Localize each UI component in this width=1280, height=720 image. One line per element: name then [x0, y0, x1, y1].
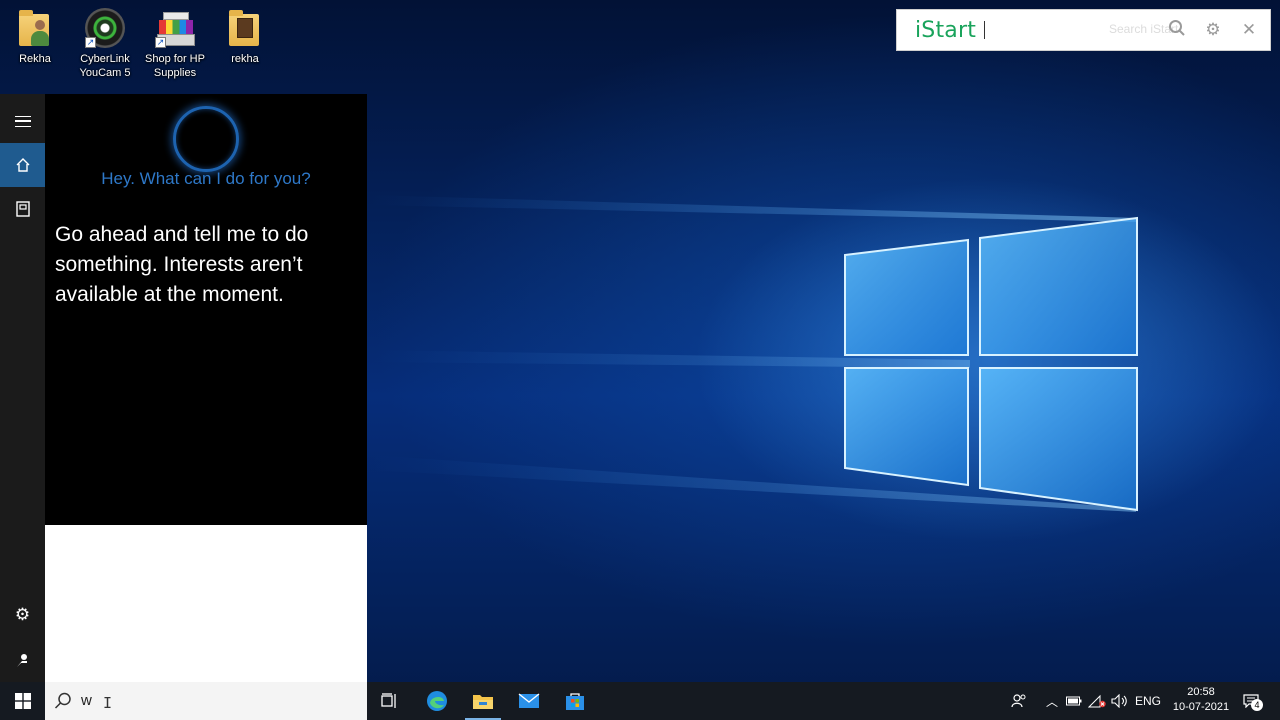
- shortcut-arrow-icon: ↗: [85, 37, 96, 48]
- feedback-button[interactable]: [0, 638, 45, 682]
- cortana-greeting: Hey. What can I do for you?: [101, 169, 311, 188]
- desktop-icon-label: Rekha: [19, 53, 51, 65]
- store-button[interactable]: [553, 682, 597, 720]
- people-button[interactable]: [1006, 682, 1032, 720]
- desktop-icon-label: Shop for HP Supplies: [145, 53, 205, 79]
- desktop-icon-label: CyberLink YouCam 5: [79, 53, 131, 79]
- search-icon: [53, 691, 73, 711]
- start-button[interactable]: [0, 682, 45, 720]
- shortcut-arrow-icon: ↗: [155, 37, 166, 48]
- gear-icon[interactable]: ⚙: [1202, 19, 1224, 41]
- file-explorer-icon: [473, 695, 493, 709]
- webcam-icon: ↗: [85, 8, 125, 48]
- task-view-button[interactable]: [368, 682, 412, 720]
- settings-button[interactable]: ⚙: [0, 593, 45, 637]
- search-query: w: [81, 692, 92, 709]
- language-indicator[interactable]: ENG: [1132, 682, 1164, 720]
- text-cursor-icon: I: [103, 694, 113, 712]
- chevron-up-icon: ︿: [1045, 694, 1058, 709]
- people-icon: [1011, 694, 1026, 708]
- network-button[interactable]: [1086, 682, 1108, 720]
- istart-logo: iStart: [915, 17, 977, 43]
- store-icon: [566, 693, 584, 710]
- edge-icon: [427, 691, 447, 711]
- notebook-button[interactable]: [0, 187, 45, 231]
- notification-icon: 4: [1243, 694, 1263, 711]
- notebook-icon: [15, 201, 30, 217]
- text-cursor: [984, 21, 986, 39]
- desktop-icon-youcam[interactable]: ↗ CyberLink YouCam 5: [73, 8, 137, 80]
- search-icon[interactable]: [1166, 19, 1188, 41]
- mail-icon: [518, 693, 540, 708]
- close-icon[interactable]: ✕: [1238, 19, 1260, 41]
- user-folder-icon: [15, 8, 55, 48]
- feedback-icon: [16, 654, 27, 667]
- volume-button[interactable]: [1110, 682, 1130, 720]
- speaker-icon: [1111, 694, 1127, 708]
- battery-icon: [1066, 696, 1082, 706]
- wifi-no-internet-icon: [1088, 694, 1106, 708]
- menu-button[interactable]: [0, 99, 45, 143]
- file-explorer-button[interactable]: [461, 682, 505, 720]
- windows-logo-icon: [14, 693, 31, 709]
- language-label: ENG: [1134, 694, 1161, 708]
- cortana-message: Go ahead and tell me to do something. In…: [55, 223, 309, 306]
- clock-time: 20:58: [1187, 686, 1215, 698]
- action-center-button[interactable]: 4: [1239, 682, 1263, 720]
- home-button[interactable]: [0, 143, 45, 187]
- taskbar: w I ︿ ENG 20:58 10-07-2021 4: [0, 682, 1280, 720]
- istart-search-bar[interactable]: iStart Search iStart ⚙ ✕: [896, 9, 1271, 51]
- clock[interactable]: 20:58 10-07-2021: [1164, 685, 1238, 715]
- search-results-area: [45, 525, 367, 682]
- notification-count-badge: 4: [1251, 699, 1263, 711]
- cortana-ring-icon: [173, 106, 239, 172]
- home-icon: [16, 158, 29, 172]
- task-view-icon: [381, 693, 396, 708]
- mail-button[interactable]: [507, 682, 551, 720]
- battery-button[interactable]: [1064, 682, 1084, 720]
- taskbar-search-input[interactable]: w I: [45, 682, 367, 720]
- desktop-icon-rekha-user[interactable]: Rekha: [3, 8, 67, 66]
- show-hidden-icons-button[interactable]: ︿: [1042, 682, 1062, 720]
- desktop-icon-label: rekha: [231, 53, 259, 65]
- cortana-panel: Hey. What can I do for you? Go ahead and…: [45, 94, 367, 525]
- start-rail: ⚙: [0, 94, 45, 682]
- settings-icon: ⚙: [14, 605, 31, 624]
- folder-icon: [225, 8, 265, 48]
- edge-button[interactable]: [415, 682, 459, 720]
- printer-icon: ↗: [155, 8, 195, 48]
- hamburger-icon: [14, 115, 31, 127]
- desktop-icon-rekha-folder[interactable]: rekha: [213, 8, 277, 66]
- desktop-icon-hp-supplies[interactable]: ↗ Shop for HP Supplies: [143, 8, 207, 80]
- clock-date: 10-07-2021: [1172, 701, 1230, 713]
